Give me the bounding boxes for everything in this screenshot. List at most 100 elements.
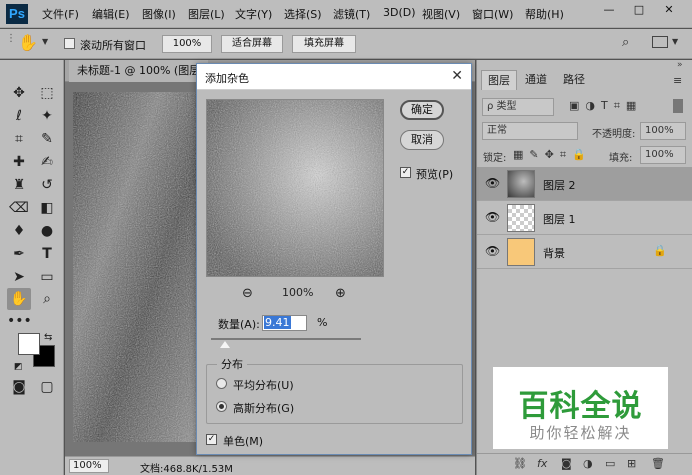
layer-row-background[interactable]: 👁 背景 🔒: [477, 235, 692, 269]
layer-filter-icons[interactable]: ▣◑T⌗▦: [569, 99, 642, 113]
zoom-in-icon[interactable]: ⊕: [335, 286, 346, 301]
stamp-tool-icon[interactable]: ♜: [7, 174, 31, 196]
magic-wand-icon[interactable]: ✦: [35, 105, 59, 127]
add-mask-icon[interactable]: ◙: [561, 457, 572, 470]
fit-screen-button[interactable]: 适合屏幕: [221, 35, 283, 53]
rectangle-tool-icon[interactable]: ▭: [35, 266, 59, 288]
ok-button[interactable]: 确定: [400, 100, 444, 120]
lock-icons[interactable]: ▦✎✥⌗🔒: [513, 148, 592, 162]
type-tool-icon[interactable]: T: [35, 243, 59, 265]
hand-tool-active-icon[interactable]: ✋: [7, 288, 31, 310]
filter-toggle-icon[interactable]: [673, 99, 683, 113]
toolbox: ✥ ⬚ ℓ ✦ ⌗ ✎ ✚ ✍ ♜ ↺ ⌫ ◧ ♦ ● ✒ T ➤ ▭ ✋ ⌕ …: [0, 60, 64, 475]
workspace-icon[interactable]: [652, 36, 668, 48]
link-layers-icon[interactable]: ⛓: [513, 457, 527, 470]
document-canvas[interactable]: [73, 92, 198, 442]
tab-channels[interactable]: 通道: [519, 70, 553, 90]
quick-mask-icon[interactable]: ◙: [7, 376, 31, 398]
zoom-percent-button[interactable]: 100%: [162, 35, 212, 53]
healing-brush-icon[interactable]: ✚: [7, 151, 31, 173]
eraser-tool-icon[interactable]: ⌫: [7, 197, 31, 219]
blend-mode-select[interactable]: 正常: [482, 122, 578, 140]
menu-3d[interactable]: 3D(D): [383, 6, 416, 19]
hand-tool-icon[interactable]: ✋: [18, 33, 38, 52]
close-icon[interactable]: ✕: [451, 68, 463, 84]
fx-icon[interactable]: fx: [537, 457, 547, 470]
fill-screen-button[interactable]: 填充屏幕: [292, 35, 356, 53]
menu-window[interactable]: 窗口(W): [472, 6, 513, 22]
opacity-field[interactable]: 100%: [640, 122, 686, 140]
lock-label: 锁定:: [483, 153, 507, 164]
preview-checkbox[interactable]: ✓: [400, 167, 411, 178]
move-tool-icon[interactable]: ✥: [7, 82, 31, 104]
uniform-radio[interactable]: [216, 378, 227, 389]
opacity-label: 不透明度:: [592, 129, 636, 140]
menu-filter[interactable]: 滤镜(T): [333, 6, 370, 22]
menu-type[interactable]: 文字(Y): [235, 6, 272, 22]
screen-mode-icon[interactable]: ▢: [35, 376, 59, 398]
document-info[interactable]: 文档:468.8K/1.53M: [140, 460, 233, 475]
menu-help[interactable]: 帮助(H): [525, 6, 564, 22]
tab-paths[interactable]: 路径: [557, 70, 591, 90]
blur-tool-icon[interactable]: ♦: [7, 220, 31, 242]
layer-filter-select[interactable]: ρ 类型: [482, 98, 554, 116]
eye-icon[interactable]: 👁: [485, 176, 500, 190]
zoom-tool-icon[interactable]: ⌕: [35, 288, 59, 310]
dodge-tool-icon[interactable]: ●: [35, 220, 59, 242]
chevron-down-icon[interactable]: ▼: [42, 37, 48, 46]
swap-colors-icon[interactable]: ⇆: [44, 332, 52, 343]
path-select-icon[interactable]: ➤: [7, 266, 31, 288]
amount-input[interactable]: 9.41: [262, 315, 307, 331]
menu-view[interactable]: 视图(V): [422, 6, 460, 22]
foreground-color-swatch[interactable]: [18, 333, 40, 355]
eye-icon[interactable]: 👁: [485, 244, 500, 258]
gaussian-radio[interactable]: [216, 401, 227, 412]
amount-slider-thumb[interactable]: [220, 341, 231, 348]
menu-image[interactable]: 图像(I): [142, 6, 176, 22]
maximize-button[interactable]: □: [628, 2, 650, 18]
default-colors-icon[interactable]: ◩: [14, 362, 23, 372]
grip-icon: ⋮: [6, 33, 16, 44]
crop-tool-icon[interactable]: ⌗: [7, 128, 31, 150]
preview-area[interactable]: [206, 99, 384, 277]
history-brush-icon[interactable]: ↺: [35, 174, 59, 196]
menu-file[interactable]: 文件(F): [42, 6, 79, 22]
minimize-button[interactable]: —: [598, 2, 620, 18]
layer-row-layer2[interactable]: 👁 图层 2: [477, 167, 692, 201]
layers-panel-footer: ⛓ fx ◙ ◑ ▭ ⊞ 🗑: [477, 453, 692, 475]
search-icon[interactable]: ⌕: [622, 35, 629, 50]
workspace-chevron-icon[interactable]: ▼: [672, 37, 678, 46]
marquee-tool-icon[interactable]: ⬚: [35, 82, 59, 104]
menu-edit[interactable]: 编辑(E): [92, 6, 130, 22]
cancel-button[interactable]: 取消: [400, 130, 444, 150]
layer-thumbnail: [507, 238, 535, 266]
noise-preview-image: [207, 100, 383, 276]
adjustment-layer-icon[interactable]: ◑: [583, 457, 593, 470]
monochromatic-checkbox[interactable]: ✓: [206, 434, 217, 445]
gradient-tool-icon[interactable]: ◧: [35, 197, 59, 219]
menu-layer[interactable]: 图层(L): [188, 6, 225, 22]
eye-icon[interactable]: 👁: [485, 210, 500, 224]
lasso-tool-icon[interactable]: ℓ: [7, 105, 31, 127]
panel-menu-icon[interactable]: ≡: [673, 74, 682, 87]
status-zoom-field[interactable]: 100%: [69, 459, 109, 473]
delete-layer-icon[interactable]: 🗑: [651, 457, 665, 470]
new-group-icon[interactable]: ▭: [605, 457, 615, 470]
scroll-all-checkbox[interactable]: [64, 38, 75, 49]
watermark-subtitle: 助你轻松解决: [529, 424, 632, 442]
close-app-button[interactable]: ✕: [658, 2, 680, 18]
amount-slider-track[interactable]: [211, 338, 361, 340]
document-tab[interactable]: 未标题-1 @ 100% (图层: [69, 60, 209, 82]
tab-layers[interactable]: 图层: [481, 70, 517, 90]
layer-row-layer1[interactable]: 👁 图层 1: [477, 201, 692, 235]
noise-canvas-image: [73, 92, 198, 442]
brush-tool-icon[interactable]: ✍: [35, 151, 59, 173]
panel-collapse-icon[interactable]: »: [677, 60, 683, 70]
new-layer-icon[interactable]: ⊞: [627, 457, 636, 470]
pen-tool-icon[interactable]: ✒: [7, 243, 31, 265]
menu-select[interactable]: 选择(S): [284, 6, 322, 22]
fill-field[interactable]: 100%: [640, 146, 686, 164]
eyedropper-icon[interactable]: ✎: [35, 128, 59, 150]
zoom-out-icon[interactable]: ⊖: [242, 286, 253, 301]
more-tools-icon[interactable]: •••: [7, 310, 32, 332]
